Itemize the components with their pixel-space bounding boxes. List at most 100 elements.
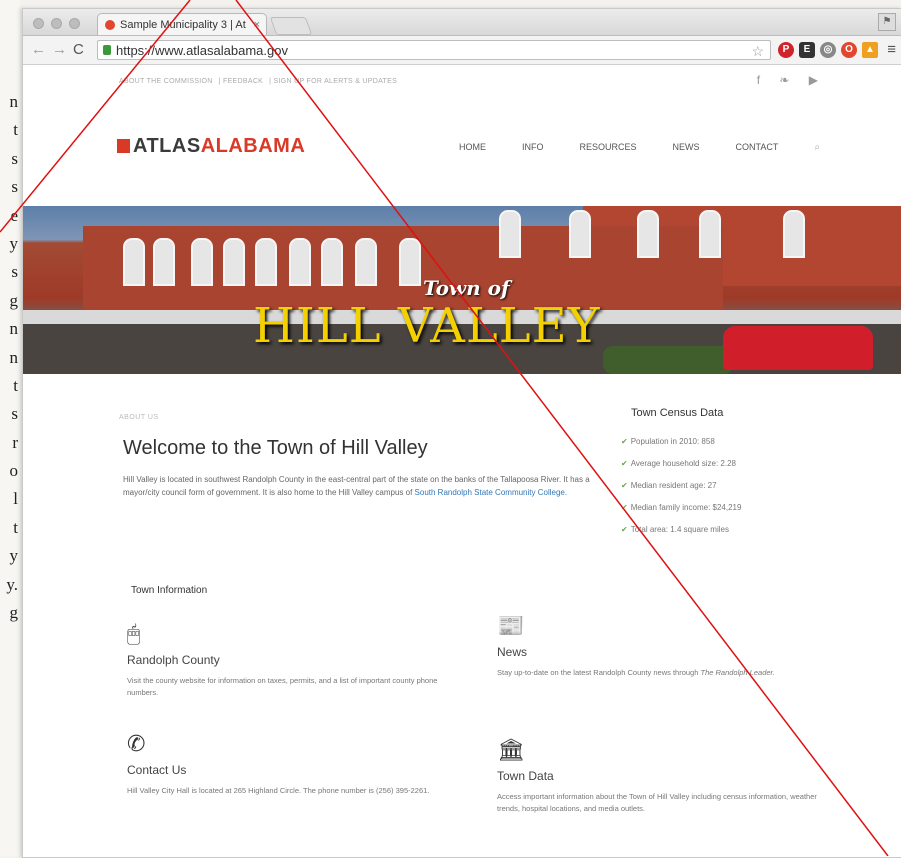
- margin-word: t: [13, 120, 18, 140]
- web-page: ABOUT THE COMMISSION | FEEDBACK | SIGN UP …: [23, 65, 901, 857]
- hero-town-name: HILL VALLEY: [253, 298, 601, 354]
- utility-links: ABOUT THE COMMISSION | FEEDBACK | SIGN UP …: [119, 78, 398, 85]
- margin-word: e: [10, 205, 18, 225]
- margin-word: s: [11, 262, 18, 282]
- signup-alerts-link[interactable]: SIGN UP FOR ALERTS & UPDATES: [274, 78, 398, 85]
- profile-icon[interactable]: ⚑: [878, 13, 896, 31]
- census-item: ✔ Average household size: 2.28: [621, 457, 741, 479]
- check-icon: ✔: [621, 503, 628, 512]
- margin-word: r: [12, 432, 18, 452]
- feedback-link[interactable]: FEEDBACK: [223, 78, 263, 85]
- hero-window: [123, 238, 145, 286]
- maximize-window-button[interactable]: [69, 18, 80, 29]
- info-card-contact[interactable]: ✆ Contact Us Hill Valley City Hall is lo…: [127, 731, 467, 797]
- close-window-button[interactable]: [33, 18, 44, 29]
- chart-extension-icon[interactable]: ▲: [862, 42, 878, 58]
- margin-word: n: [9, 92, 19, 111]
- card-text: Stay up-to-date on the latest Randolph C…: [497, 667, 837, 679]
- browser-window: Sample Municipality 3 | At × ⚑ ←→C https…: [22, 8, 901, 858]
- check-icon: ✔: [621, 437, 628, 446]
- check-icon: ✔: [621, 481, 628, 490]
- card-text-main: Stay up-to-date on the latest Randolph C…: [497, 668, 699, 677]
- nav-news[interactable]: NEWS: [673, 142, 700, 153]
- town-info-heading: Town Information: [131, 585, 208, 596]
- margin-word: n: [9, 347, 19, 367]
- margin-word: t: [13, 375, 18, 395]
- hero-hedge: [603, 346, 733, 374]
- hero-window: [321, 238, 343, 286]
- nav-info[interactable]: INFO: [522, 142, 544, 153]
- hero-window: [637, 210, 659, 258]
- card-text: Access important information about the T…: [497, 792, 817, 813]
- bookmark-star-icon[interactable]: ☆: [751, 41, 764, 61]
- pinterest-extension-icon[interactable]: P: [778, 42, 794, 58]
- welcome-heading: Welcome to the Town of Hill Valley: [123, 437, 428, 459]
- margin-word: g: [9, 290, 19, 310]
- lock-icon: [103, 45, 111, 55]
- card-title: News: [497, 645, 528, 659]
- margin-word: t: [13, 517, 18, 537]
- hero-window: [223, 238, 245, 286]
- hero-banner: Town of HILL VALLEY: [23, 206, 901, 374]
- margin-word: n: [9, 319, 19, 339]
- opera-extension-icon[interactable]: O: [841, 42, 857, 58]
- hero-window: [399, 238, 421, 286]
- card-title: Contact Us: [127, 763, 187, 777]
- census-item: ✔ Total area: 1.4 square miles: [621, 523, 741, 545]
- nav-home[interactable]: HOME: [459, 142, 486, 153]
- college-link[interactable]: South Randolph State Community College.: [415, 488, 568, 497]
- margin-word: y: [9, 233, 19, 253]
- mouse-icon: 🖱: [127, 621, 141, 646]
- hero-window: [499, 210, 521, 258]
- forward-arrow-icon[interactable]: →: [52, 41, 73, 58]
- info-card-town-data[interactable]: 🏛 Town Data Access important information…: [497, 737, 837, 815]
- browser-menu-icon[interactable]: ≡: [887, 41, 896, 58]
- nav-resources[interactable]: RESOURCES: [580, 142, 637, 153]
- browser-tab[interactable]: Sample Municipality 3 | At ×: [97, 13, 267, 35]
- hero-red-truck: [723, 326, 873, 370]
- back-arrow-icon[interactable]: ←: [31, 41, 52, 58]
- check-icon: ✔: [621, 459, 628, 468]
- hero-window: [255, 238, 277, 286]
- about-commission-link[interactable]: ABOUT THE COMMISSION: [119, 78, 213, 85]
- address-bar[interactable]: https://www.atlasalabama.gov ☆: [97, 40, 771, 60]
- hero-window: [699, 210, 721, 258]
- hero-small-title: Town of: [423, 276, 510, 300]
- navigation-buttons: ←→C: [31, 41, 90, 58]
- hero-window: [355, 238, 377, 286]
- tab-title: Sample Municipality 3 | At: [120, 19, 246, 31]
- census-list: ✔ Population in 2010: 858 ✔ Average househ…: [621, 435, 741, 545]
- margin-word: g: [9, 603, 19, 623]
- hero-window: [289, 238, 311, 286]
- hero-window: [783, 210, 805, 258]
- card-text-emphasis: The Randolph Leader.: [700, 668, 775, 677]
- info-card-county[interactable]: 🖱 Randolph County Visit the county websi…: [127, 621, 467, 699]
- census-age: Median resident age: 27: [630, 481, 717, 490]
- search-icon[interactable]: ⌕: [814, 142, 820, 153]
- evernote-extension-icon[interactable]: E: [799, 42, 815, 58]
- about-eyebrow: ABOUT US: [119, 414, 159, 421]
- social-icons[interactable]: f ❧ ▶: [757, 73, 826, 87]
- logo-mark-icon: [117, 139, 130, 153]
- building-icon: 🏛: [497, 737, 525, 762]
- new-tab-button[interactable]: [269, 17, 313, 35]
- card-text: Visit the county website for information…: [127, 676, 438, 697]
- film-extension-icon[interactable]: ◎: [820, 42, 836, 58]
- close-tab-icon[interactable]: ×: [254, 14, 260, 35]
- reload-icon[interactable]: C: [73, 41, 90, 58]
- site-logo[interactable]: ATLASALABAMA: [117, 135, 305, 158]
- url-text: https://www.atlasalabama.gov: [116, 43, 288, 58]
- nav-contact[interactable]: CONTACT: [736, 142, 779, 153]
- card-title: Town Data: [497, 769, 554, 783]
- browser-titlebar: Sample Municipality 3 | At × ⚑: [23, 9, 901, 36]
- phone-icon: ✆: [127, 731, 146, 756]
- utility-bar: ABOUT THE COMMISSION | FEEDBACK | SIGN UP …: [23, 65, 901, 97]
- info-card-news[interactable]: 📰 News Stay up-to-date on the latest Ran…: [497, 613, 837, 679]
- margin-word: o: [9, 461, 19, 481]
- hero-window: [153, 238, 175, 286]
- main-navigation: HOME INFO RESOURCES NEWS CONTACT ⌕: [459, 142, 820, 153]
- card-title: Randolph County: [127, 653, 220, 667]
- census-item: ✔ Median family income: $24,219: [621, 501, 741, 523]
- check-icon: ✔: [621, 525, 628, 534]
- minimize-window-button[interactable]: [51, 18, 62, 29]
